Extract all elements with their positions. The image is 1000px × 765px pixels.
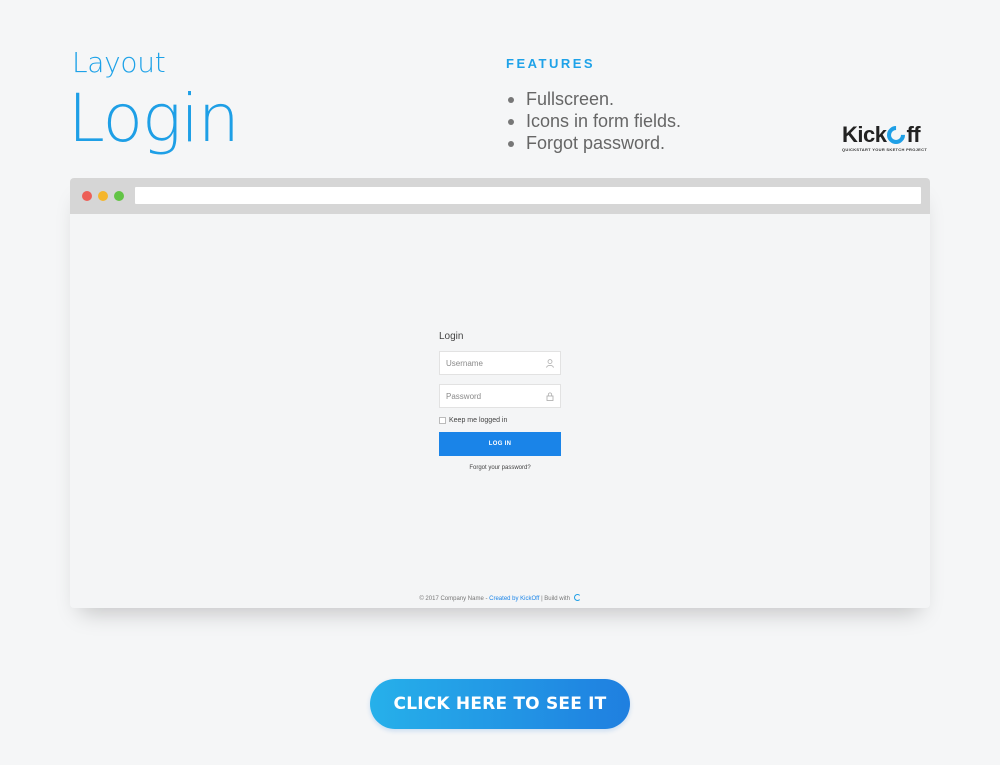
layout-label: Layout [72, 46, 166, 79]
browser-window: Login Keep me logged in LOG IN Forgot yo… [70, 178, 930, 608]
kickoff-logo: Kick ff QUICKSTART YOUR SKETCH PROJECT [842, 122, 932, 154]
footer-created-by-link[interactable]: Created by KickOff [489, 596, 539, 602]
login-button[interactable]: LOG IN [439, 432, 561, 456]
kickoff-mini-icon [573, 594, 581, 601]
feature-item: Icons in form fields. [506, 110, 681, 132]
user-icon [546, 359, 554, 368]
password-field [439, 384, 561, 408]
browser-toolbar [70, 178, 930, 214]
remember-me[interactable]: Keep me logged in [439, 417, 561, 424]
remember-checkbox[interactable] [439, 417, 446, 424]
login-heading: Login [439, 331, 464, 342]
brand-name-end: ff [906, 122, 921, 147]
see-it-button[interactable]: CLICK HERE TO SEE IT [370, 679, 630, 729]
maximize-window-dot[interactable] [114, 191, 124, 201]
footer-copyright: © 2017 Company Name - [419, 596, 488, 602]
forgot-password-link[interactable]: Forgot your password? [439, 465, 561, 471]
footer-build-with: | Build with [541, 596, 570, 602]
page-footer: © 2017 Company Name - Created by KickOff… [70, 594, 930, 602]
password-input[interactable] [440, 385, 560, 407]
features-list: Fullscreen. Icons in form fields. Forgot… [506, 88, 681, 154]
login-form: Login Keep me logged in LOG IN Forgot yo… [439, 331, 561, 471]
username-field [439, 351, 561, 375]
brand-tagline: QUICKSTART YOUR SKETCH PROJECT [842, 147, 928, 152]
address-bar[interactable] [135, 187, 921, 204]
feature-item: Fullscreen. [506, 88, 681, 110]
features-heading: FEATURES [506, 56, 596, 71]
brand-name: Kick ff [842, 122, 932, 148]
brand-name-start: Kick [842, 122, 887, 147]
username-input[interactable] [440, 352, 560, 374]
lock-icon [546, 392, 554, 401]
remember-label: Keep me logged in [449, 417, 508, 424]
minimize-window-dot[interactable] [98, 191, 108, 201]
page-title: Login [68, 80, 240, 157]
feature-item: Forgot password. [506, 132, 681, 154]
brand-o-icon [883, 122, 910, 148]
close-window-dot[interactable] [82, 191, 92, 201]
